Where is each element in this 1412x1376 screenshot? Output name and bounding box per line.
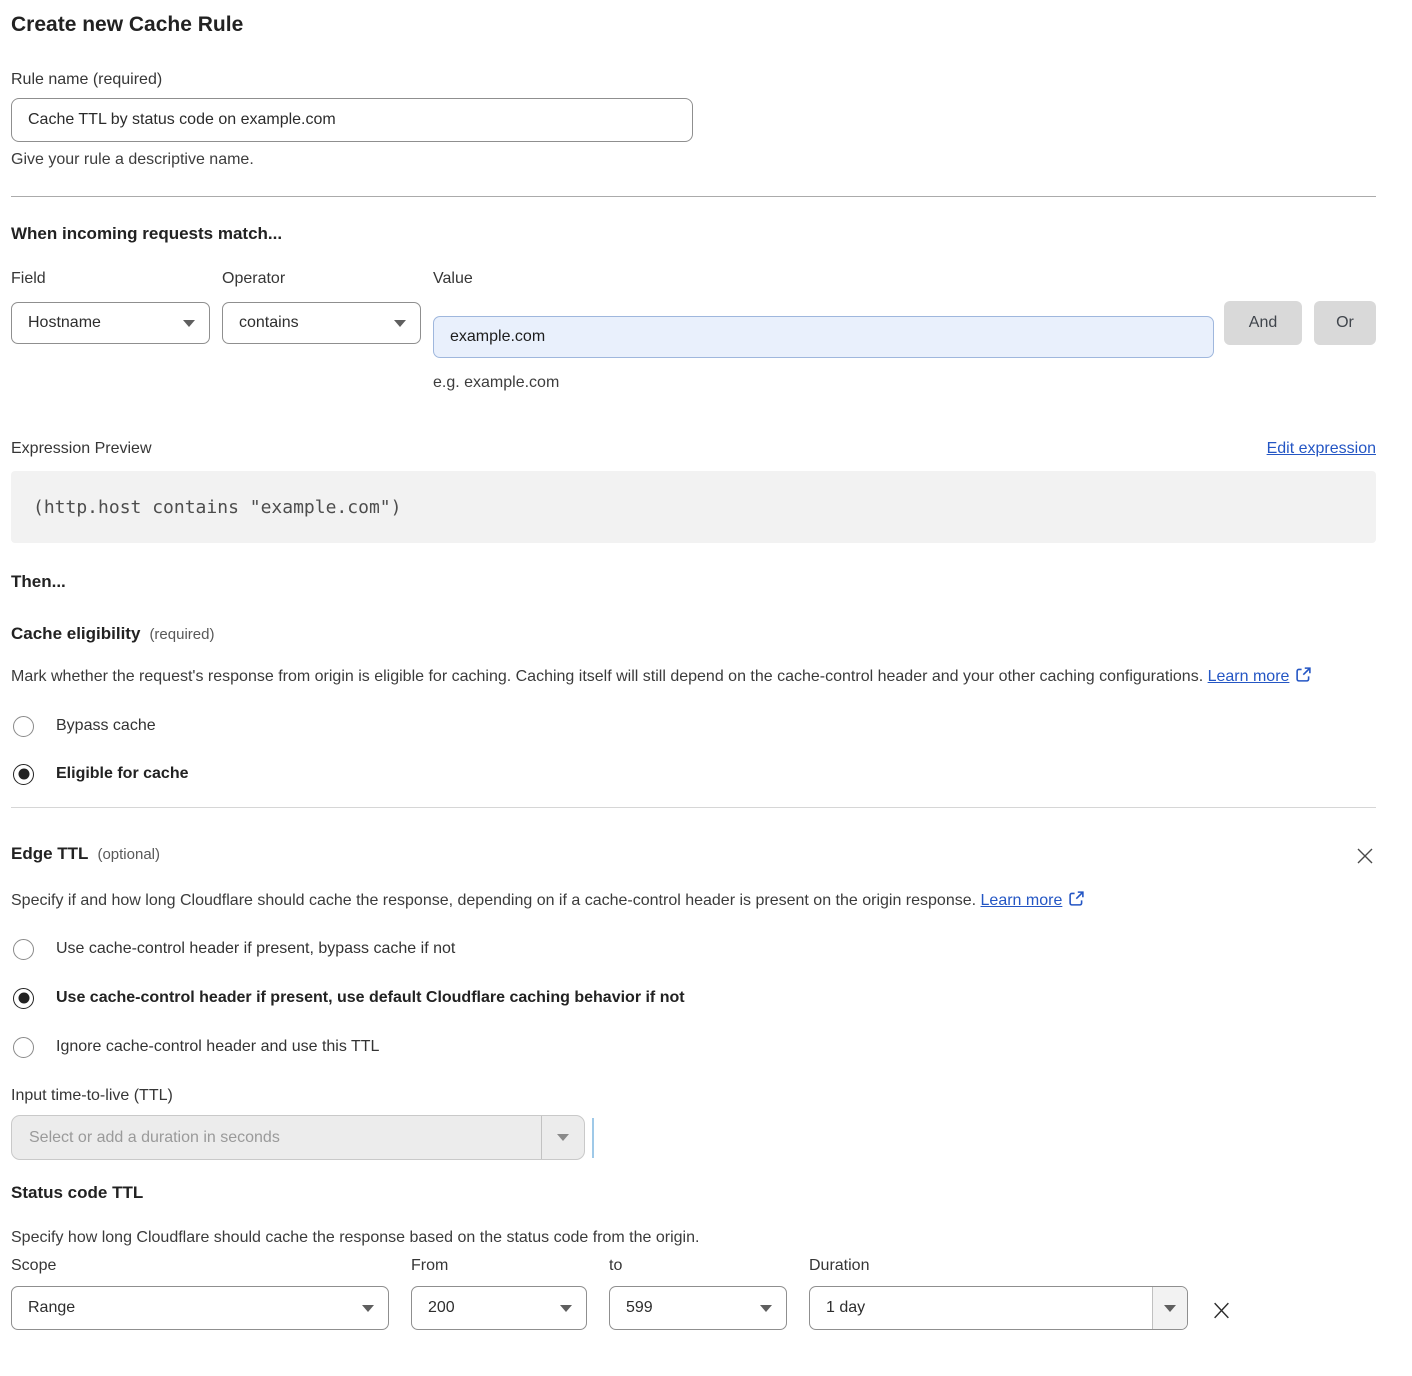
caret-down-icon xyxy=(394,320,406,327)
value-hint: e.g. example.com xyxy=(433,374,1214,392)
status-code-ttl-heading: Status code TTL xyxy=(11,1182,1376,1204)
expression-preview-label: Expression Preview xyxy=(11,439,152,458)
caret-down-icon xyxy=(362,1305,374,1312)
rule-name-help: Give your rule a descriptive name. xyxy=(11,150,1376,169)
scope-label: Scope xyxy=(11,1257,389,1275)
text-cursor xyxy=(592,1118,594,1158)
radio-bypass-cache[interactable]: Bypass cache xyxy=(11,714,156,738)
radio-icon xyxy=(13,939,34,960)
status-code-ttl-row: Scope Range From 200 to 599 Duration 1 d… xyxy=(11,1257,1376,1330)
or-button[interactable]: Or xyxy=(1314,301,1376,345)
optional-qualifier: (optional) xyxy=(97,846,160,863)
duration-select[interactable]: 1 day xyxy=(809,1286,1188,1330)
value-input[interactable] xyxy=(433,316,1214,358)
learn-more-link[interactable]: Learn more xyxy=(981,892,1063,909)
field-label: Field xyxy=(11,269,210,288)
operator-select[interactable]: contains xyxy=(222,302,421,344)
ttl-combobox-placeholder: Select or add a duration in seconds xyxy=(12,1116,541,1159)
ttl-duration-combobox[interactable]: Select or add a duration in seconds xyxy=(11,1115,585,1160)
radio-icon xyxy=(13,716,34,737)
required-qualifier: (required) xyxy=(149,626,214,643)
caret-down-icon xyxy=(560,1305,572,1312)
divider xyxy=(11,807,1376,808)
scope-select[interactable]: Range xyxy=(11,1286,389,1330)
status-code-ttl-description: Specify how long Cloudflare should cache… xyxy=(11,1225,1376,1251)
caret-down-icon xyxy=(183,320,195,327)
ttl-input-label: Input time-to-live (TTL) xyxy=(11,1086,1376,1105)
then-heading: Then... xyxy=(11,571,1376,593)
radio-cc-default[interactable]: Use cache-control header if present, use… xyxy=(11,986,685,1010)
edge-ttl-description: Specify if and how long Cloudflare shoul… xyxy=(11,886,1116,917)
expression-preview-header: Expression Preview Edit expression xyxy=(11,439,1376,458)
external-link-icon xyxy=(1295,664,1312,693)
rule-name-input[interactable] xyxy=(11,98,693,142)
edit-expression-link[interactable]: Edit expression xyxy=(1267,440,1376,458)
cache-eligibility-description: Mark whether the request's response from… xyxy=(11,662,1356,693)
radio-eligible-for-cache[interactable]: Eligible for cache xyxy=(11,762,188,786)
caret-down-icon[interactable] xyxy=(1152,1287,1187,1329)
and-button[interactable]: And xyxy=(1224,301,1302,345)
field-select[interactable]: Hostname xyxy=(11,302,210,344)
caret-down-icon[interactable] xyxy=(541,1116,584,1159)
match-condition-row: Field Hostname Operator contains Value e… xyxy=(11,269,1376,392)
duration-label: Duration xyxy=(809,1257,1188,1275)
rule-name-label: Rule name (required) xyxy=(11,70,1376,89)
to-select[interactable]: 599 xyxy=(609,1286,787,1330)
caret-down-icon xyxy=(760,1305,772,1312)
divider xyxy=(11,196,1376,197)
match-section-heading: When incoming requests match... xyxy=(11,223,1376,245)
expression-code-block: (http.host contains "example.com") xyxy=(11,471,1376,543)
to-label: to xyxy=(609,1257,787,1275)
value-label: Value xyxy=(433,269,1214,288)
from-select[interactable]: 200 xyxy=(411,1286,587,1330)
radio-cc-bypass[interactable]: Use cache-control header if present, byp… xyxy=(11,937,455,961)
edge-ttl-header: Edge TTL(optional) xyxy=(11,843,1376,872)
create-cache-rule-form: Create new Cache Rule Rule name (require… xyxy=(0,0,1412,1356)
radio-ignore-cc[interactable]: Ignore cache-control header and use this… xyxy=(11,1035,379,1059)
from-label: From xyxy=(411,1257,587,1275)
operator-label: Operator xyxy=(222,269,421,288)
page-title: Create new Cache Rule xyxy=(11,12,1376,38)
radio-icon xyxy=(13,1037,34,1058)
close-icon[interactable] xyxy=(1354,845,1376,872)
radio-icon xyxy=(13,988,34,1009)
ttl-combobox-wrap: Select or add a duration in seconds xyxy=(11,1115,1376,1160)
remove-row-icon[interactable] xyxy=(1210,1299,1233,1327)
radio-icon xyxy=(13,764,34,785)
edge-ttl-heading: Edge TTL(optional) xyxy=(11,843,160,866)
learn-more-link[interactable]: Learn more xyxy=(1208,668,1290,685)
cache-eligibility-heading: Cache eligibility(required) xyxy=(11,623,1376,646)
external-link-icon xyxy=(1068,888,1085,917)
